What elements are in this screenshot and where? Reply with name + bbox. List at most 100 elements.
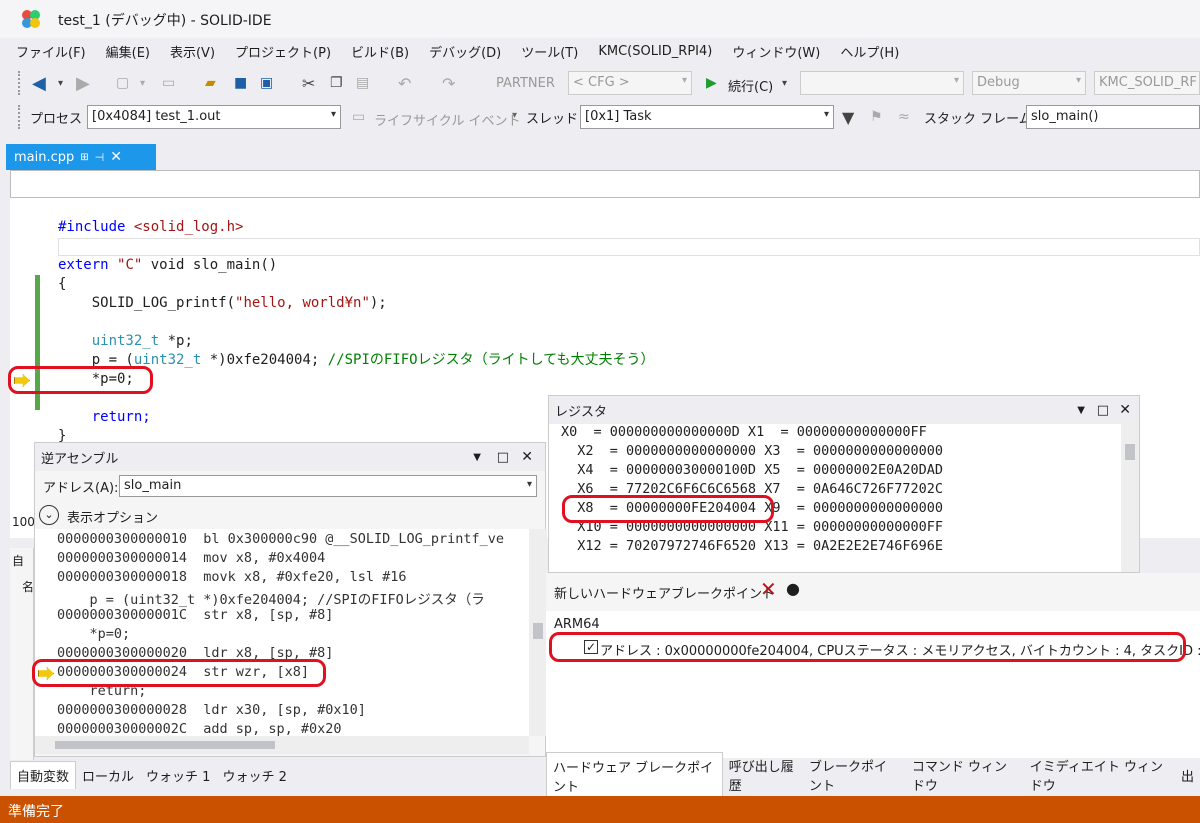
new-dropdown-icon[interactable]: ▾ xyxy=(140,72,145,94)
filter-icon[interactable]: ▼ xyxy=(842,106,854,128)
code-line-7: uint32_t *p; xyxy=(58,332,193,351)
status-text: 準備完了 xyxy=(8,804,64,820)
tab-call-stack[interactable]: 呼び出し履歴 xyxy=(723,752,803,798)
zoom-level[interactable]: 100 xyxy=(12,515,35,529)
menu-debug[interactable]: デバッグ(D) xyxy=(421,42,509,61)
save-all-icon[interactable]: ▣ xyxy=(260,72,273,94)
continue-icon[interactable]: ▶ xyxy=(706,72,717,94)
configuration-combo[interactable]: Debug ▾ xyxy=(972,71,1086,95)
menu-tools[interactable]: ツール(T) xyxy=(513,42,586,61)
delete-icon[interactable]: ✕ xyxy=(760,577,777,601)
menu-edit[interactable]: 編集(E) xyxy=(98,42,158,61)
delete-all-icon[interactable]: ● xyxy=(786,579,800,598)
tab-watch-1[interactable]: ウォッチ 1 xyxy=(140,762,216,789)
code-line-1: #include <solid_log.h> xyxy=(58,218,243,237)
expand-options-icon[interactable]: ⌄ xyxy=(39,505,59,525)
configuration-value: Debug xyxy=(977,75,1020,90)
asm-source-line: p = (uint32_t *)0xfe204004; //SPIのFIFOレジ… xyxy=(57,592,485,608)
highlight-annotation xyxy=(8,366,153,394)
open-folder-icon[interactable]: ▰ xyxy=(205,72,216,94)
add-item-icon[interactable]: ▭ xyxy=(162,72,175,94)
code-token: <solid_log.h> xyxy=(125,219,244,235)
highlight-annotation xyxy=(549,632,1186,662)
continue-dropdown-icon[interactable]: ▾ xyxy=(782,72,787,94)
platform-combo[interactable]: KMC_SOLID_RF xyxy=(1094,71,1200,95)
address-value: slo_main xyxy=(124,478,182,493)
filter-threads-icon[interactable]: ⚑ xyxy=(870,106,883,128)
view-options-toggle[interactable]: 表示オプション xyxy=(67,507,158,526)
toolbar-grip[interactable] xyxy=(18,71,21,95)
collapse-icon[interactable]: ≈ xyxy=(898,106,910,128)
tab-watch-2[interactable]: ウォッチ 2 xyxy=(216,762,292,789)
save-icon[interactable]: ■ xyxy=(234,72,247,94)
copy-icon[interactable]: ❐ xyxy=(330,72,343,94)
registers-header: レジスタ ▼ □ ✕ xyxy=(549,396,1139,424)
disassembly-vscrollbar[interactable] xyxy=(529,529,547,736)
code-line-4: { xyxy=(58,276,67,292)
disassembly-hscrollbar[interactable] xyxy=(35,736,529,754)
menu-file[interactable]: ファイル(F) xyxy=(8,42,94,61)
asm-line: 000000030000001C str x8, [sp, #8] xyxy=(57,607,334,623)
lifecycle-dropdown-icon[interactable]: ▾ xyxy=(512,110,517,121)
menu-view[interactable]: 表示(V) xyxy=(162,42,223,61)
code-token: void slo_main() xyxy=(142,257,278,273)
menu-window[interactable]: ウィンドウ(W) xyxy=(724,42,828,61)
disassembly-listing[interactable]: 0000000300000010 bl 0x300000c90 @__SOLID… xyxy=(35,529,529,736)
window-menu-icon[interactable]: ▼ xyxy=(1077,405,1085,416)
menu-project[interactable]: プロジェクト(P) xyxy=(227,42,339,61)
window-menu-icon[interactable]: ▼ xyxy=(473,452,481,463)
code-comment: //SPIのFIFOレジスタ（ライトしても大丈夫そう） xyxy=(327,352,655,368)
register-row: X12 = 70207972746F6520 X13 = 0A2E2E2E746… xyxy=(561,538,944,554)
tab-hardware-breakpoints[interactable]: ハードウェア ブレークポイント xyxy=(546,751,723,799)
tab-immediate-window[interactable]: イミディエイト ウィンドウ xyxy=(1024,752,1175,798)
maximize-icon[interactable]: □ xyxy=(1097,403,1109,418)
stack-frame-combo[interactable]: slo_main() xyxy=(1026,105,1200,129)
tab-command-window[interactable]: コマンド ウィンドウ xyxy=(906,752,1024,798)
tab-autos[interactable]: 自動変数 xyxy=(10,761,77,789)
pin-icon[interactable]: ⊞ xyxy=(80,152,88,163)
pin-tab-icon[interactable]: ⊣ xyxy=(95,151,105,164)
register-row: X2 = 0000000000000000 X3 = 0000000000000… xyxy=(561,443,944,459)
undo-icon[interactable]: ↶ xyxy=(398,72,411,94)
register-row: X0 = 000000000000000D X1 = 0000000000000… xyxy=(561,424,927,440)
new-hw-breakpoint-button[interactable]: 新しいハードウェアブレークポイント xyxy=(554,583,775,602)
redo-icon[interactable]: ↷ xyxy=(442,72,455,94)
code-token: #include xyxy=(58,219,126,235)
new-project-icon[interactable]: ▢ xyxy=(116,72,129,94)
navigation-bar[interactable] xyxy=(10,170,1200,198)
close-icon[interactable]: ✕ xyxy=(1119,402,1131,418)
back-icon[interactable]: ◀ xyxy=(32,72,46,94)
toolbar-grip[interactable] xyxy=(18,105,21,129)
forward-icon[interactable]: ▶ xyxy=(76,72,90,94)
lifecycle-events-button[interactable]: ライフサイクル イベント xyxy=(374,110,520,129)
scrollbar-thumb[interactable] xyxy=(1125,444,1135,460)
tab-main-cpp[interactable]: main.cpp ⊞ ⊣ ✕ xyxy=(6,144,156,170)
registers-title: レジスタ xyxy=(555,404,608,420)
tab-locals[interactable]: ローカル xyxy=(76,762,140,789)
scrollbar-thumb[interactable] xyxy=(55,741,275,749)
scrollbar-thumb[interactable] xyxy=(533,623,543,639)
menu-help[interactable]: ヘルプ(H) xyxy=(832,42,907,61)
debug-target-combo[interactable]: ▾ xyxy=(800,71,964,95)
code-line-3: extern "C" void slo_main() xyxy=(58,256,277,275)
continue-button[interactable]: 続行(C) xyxy=(728,76,773,95)
tab-output-partial[interactable]: 出 xyxy=(1175,762,1200,789)
autos-column-partial: 名 xyxy=(22,580,35,594)
tab-breakpoints[interactable]: ブレークポイント xyxy=(803,752,906,798)
thread-combo[interactable]: [0x1] Task ▾ xyxy=(580,105,834,129)
menu-kmc[interactable]: KMC(SOLID_RPI4) xyxy=(590,44,720,59)
cfg-combo[interactable]: < CFG > ▾ xyxy=(568,71,692,95)
chevron-down-icon: ▾ xyxy=(526,479,532,490)
close-icon[interactable]: ✕ xyxy=(110,149,122,165)
cut-icon[interactable]: ✂ xyxy=(302,72,315,94)
maximize-icon[interactable]: □ xyxy=(497,450,509,465)
close-icon[interactable]: ✕ xyxy=(521,449,533,465)
paste-icon[interactable]: ▤ xyxy=(356,72,369,94)
address-combo[interactable]: slo_main ▾ xyxy=(119,475,537,497)
lifecycle-icon[interactable]: ▭ xyxy=(352,106,365,128)
process-label: プロセス xyxy=(30,112,83,127)
menu-build[interactable]: ビルド(B) xyxy=(343,42,417,61)
back-dropdown-icon[interactable]: ▾ xyxy=(58,72,63,94)
registers-vscrollbar[interactable] xyxy=(1121,424,1139,572)
process-combo[interactable]: [0x4084] test_1.out ▾ xyxy=(87,105,341,129)
